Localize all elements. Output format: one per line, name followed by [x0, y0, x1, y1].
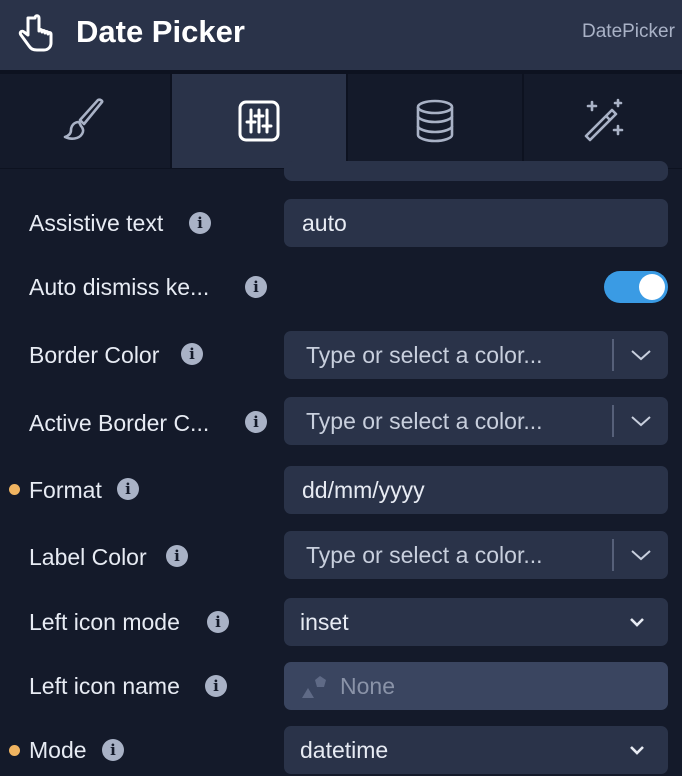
shapes-icon: [302, 676, 326, 698]
chevron-down-icon[interactable]: [628, 742, 646, 758]
paintbrush-icon: [63, 98, 104, 140]
info-icon[interactable]: i: [181, 343, 203, 365]
magic-wand-icon: [584, 98, 624, 142]
info-icon[interactable]: i: [205, 675, 227, 697]
property-label: Format: [29, 477, 102, 503]
properties-panel: Assistive text i auto Auto dismiss ke...…: [0, 161, 682, 776]
property-label: Left icon name: [29, 673, 180, 699]
database-icon: [416, 99, 454, 143]
left-icon-name-picker[interactable]: None: [284, 662, 668, 710]
modified-indicator: [9, 484, 20, 495]
chevron-down-icon[interactable]: [630, 346, 652, 364]
previous-field-edge: [284, 161, 668, 181]
toggle-knob: [639, 274, 665, 300]
panel-title: Date Picker: [76, 14, 245, 49]
pointer-hand-icon: [18, 14, 53, 52]
sliders-icon: [238, 100, 280, 142]
info-icon[interactable]: i: [102, 739, 124, 761]
tab-ai[interactable]: [524, 74, 682, 168]
tab-style[interactable]: [0, 74, 170, 168]
component-type-label: DatePicker: [582, 21, 675, 42]
assistive-text-input[interactable]: auto: [284, 199, 668, 247]
info-icon[interactable]: i: [245, 411, 267, 433]
info-icon[interactable]: i: [189, 212, 211, 234]
border-color-select[interactable]: Type or select a color...: [284, 331, 668, 379]
property-label: Mode: [29, 737, 87, 763]
info-icon[interactable]: i: [245, 276, 267, 298]
property-label: Border Color: [29, 342, 160, 368]
mode-select[interactable]: datetime: [284, 726, 668, 774]
tab-properties[interactable]: [172, 74, 346, 168]
property-tabs: [0, 72, 682, 169]
modified-indicator: [9, 745, 20, 756]
info-icon[interactable]: i: [117, 478, 139, 500]
tab-data[interactable]: [348, 74, 522, 168]
chevron-down-icon[interactable]: [630, 412, 652, 430]
property-label: Active Border C...: [29, 410, 210, 436]
left-icon-mode-select[interactable]: inset: [284, 598, 668, 646]
format-input[interactable]: dd/mm/yyyy: [284, 466, 668, 514]
property-label: Auto dismiss ke...: [29, 274, 210, 300]
property-label: Left icon mode: [29, 609, 180, 635]
active-border-color-select[interactable]: Type or select a color...: [284, 397, 668, 445]
info-icon[interactable]: i: [207, 611, 229, 633]
info-icon[interactable]: i: [166, 545, 188, 567]
chevron-down-icon[interactable]: [630, 546, 652, 564]
chevron-down-icon[interactable]: [628, 614, 646, 630]
property-label: Label Color: [29, 544, 147, 570]
auto-dismiss-toggle[interactable]: [604, 271, 668, 303]
panel-header: Date Picker DatePicker: [0, 0, 682, 72]
property-label: Assistive text: [29, 210, 164, 236]
label-color-select[interactable]: Type or select a color...: [284, 531, 668, 579]
